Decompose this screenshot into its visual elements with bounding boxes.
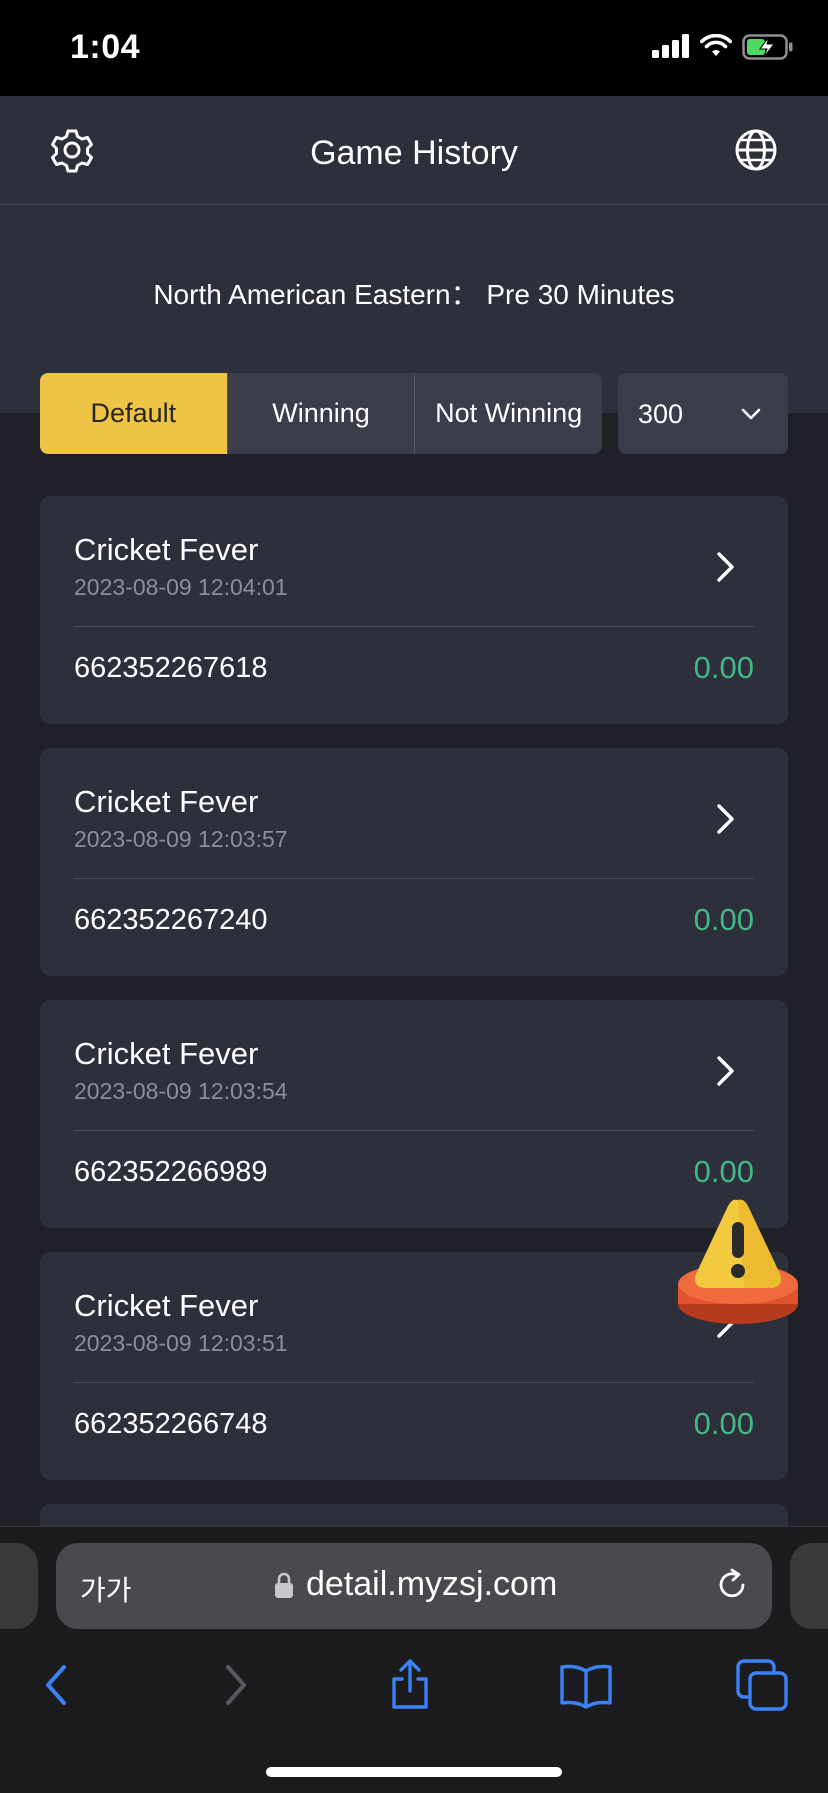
chevron-right-icon[interactable]: [714, 1054, 738, 1088]
card-divider: [74, 1382, 754, 1383]
battery-charging-icon: [742, 34, 793, 60]
tabs-icon[interactable]: [734, 1657, 790, 1713]
timezone-text: North American Eastern： Pre 30 Minutes: [153, 279, 675, 310]
win-amount: 0.00: [693, 902, 754, 937]
next-tab-preview[interactable]: [790, 1543, 828, 1629]
card-divider: [74, 878, 754, 879]
text-size-button[interactable]: 가가: [80, 1569, 132, 1609]
card-divider: [74, 1130, 754, 1131]
record-count-select[interactable]: 300: [618, 373, 788, 454]
card-divider: [74, 626, 754, 627]
record-id: 662352266989: [74, 1156, 268, 1188]
lock-icon: [275, 1572, 293, 1598]
game-name: Cricket Fever: [74, 1036, 259, 1071]
address-bar[interactable]: 가가 detail.myzsj.com: [56, 1543, 772, 1629]
tab-not-winning[interactable]: Not Winning: [414, 373, 602, 454]
record-id: 662352267240: [74, 904, 268, 936]
chevron-right-icon[interactable]: [714, 802, 738, 836]
url-text: detail.myzsj.com: [306, 1565, 558, 1603]
game-datetime: 2023-08-09 12:03:57: [74, 826, 288, 852]
tab-default[interactable]: Default: [40, 373, 227, 454]
status-bar: 1:04: [0, 0, 828, 96]
home-indicator: [266, 1767, 562, 1777]
result-filter-tabs: Default Winning Not Winning: [40, 373, 602, 454]
game-name: Cricket Fever: [74, 784, 259, 819]
record-id: 662352267618: [74, 652, 268, 684]
warning-badge-icon[interactable]: [674, 1192, 802, 1328]
chevron-down-icon: [741, 408, 761, 420]
previous-tab-preview[interactable]: [0, 1543, 38, 1629]
status-time: 1:04: [70, 28, 141, 66]
chevron-right-icon[interactable]: [714, 550, 738, 584]
win-amount: 0.00: [693, 1154, 754, 1189]
wifi-icon: [700, 34, 732, 56]
record-count-value: 300: [638, 399, 684, 429]
win-amount: 0.00: [693, 1406, 754, 1441]
game-name: Cricket Fever: [74, 532, 259, 567]
forward-icon[interactable]: [206, 1657, 262, 1713]
game-datetime: 2023-08-09 12:03:54: [74, 1078, 288, 1104]
cellular-signal-icon: [652, 34, 689, 58]
game-name: Cricket Fever: [74, 1288, 259, 1323]
game-record-card[interactable]: Cricket Fever 2023-08-09 12:03:57 662352…: [40, 748, 788, 976]
record-id: 662352266748: [74, 1408, 268, 1440]
app-header: Game History: [0, 96, 828, 205]
browser-toolbar: 가가 detail.myzsj.com: [0, 1526, 828, 1793]
page-title: Game History: [310, 134, 518, 172]
bookmarks-icon[interactable]: [558, 1657, 614, 1713]
reload-icon[interactable]: [714, 1567, 750, 1603]
globe-icon[interactable]: [732, 126, 780, 174]
share-icon[interactable]: [382, 1657, 438, 1713]
game-datetime: 2023-08-09 12:03:51: [74, 1330, 288, 1356]
tab-winning[interactable]: Winning: [226, 373, 415, 454]
game-record-card[interactable]: Cricket Fever 2023-08-09 12:04:01 662352…: [40, 496, 788, 724]
back-icon[interactable]: [30, 1657, 86, 1713]
game-datetime: 2023-08-09 12:04:01: [74, 574, 288, 600]
win-amount: 0.00: [693, 650, 754, 685]
